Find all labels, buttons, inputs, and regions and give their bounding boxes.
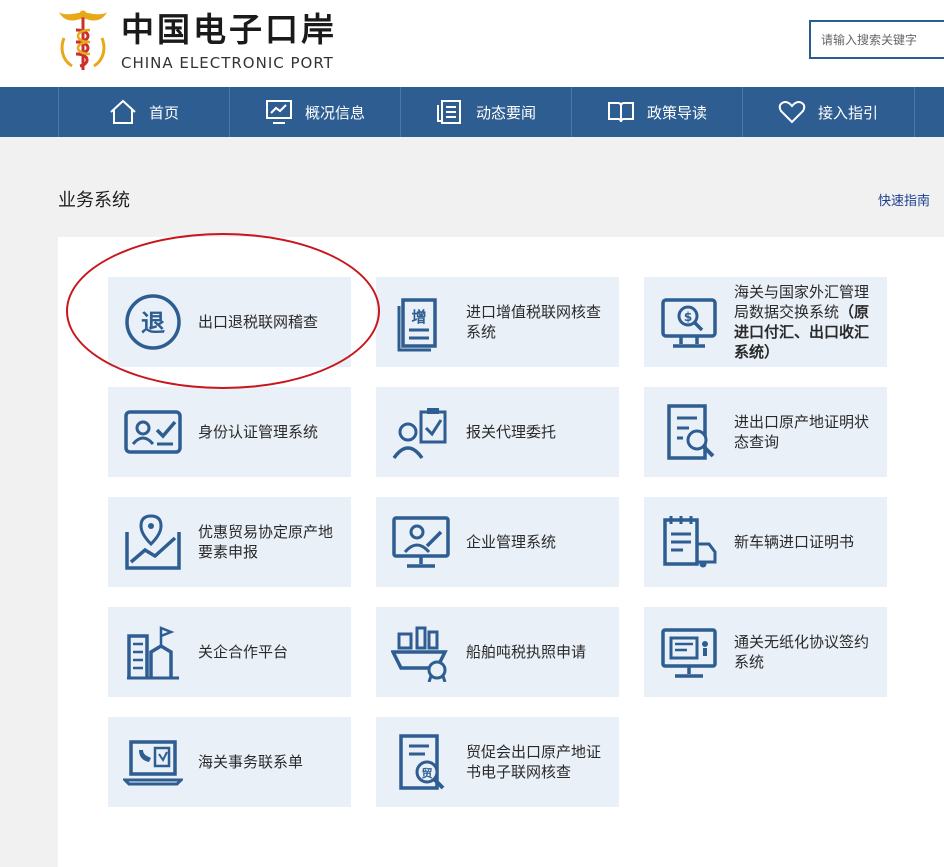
service-label: 企业管理系统	[466, 533, 557, 551]
chart-monitor-icon	[265, 100, 292, 124]
service-card-enterprise-mgmt[interactable]: 企业管理系统	[376, 497, 619, 587]
customs-emblem-logo	[59, 10, 107, 70]
vehicle-document-icon	[663, 516, 717, 568]
search-input[interactable]	[809, 20, 944, 59]
nav-item-label: 概况信息	[304, 103, 365, 122]
nav-item-policy[interactable]: 政策导读	[571, 87, 742, 137]
nav-item-label: 首页	[148, 103, 179, 122]
nav-item-label: 接入指引	[817, 103, 878, 122]
service-label: 进口增值税联网核查系统	[466, 303, 602, 341]
ship-icon	[391, 626, 448, 682]
service-card-customs-contact-form[interactable]: 海关事务联系单	[108, 717, 351, 807]
nav-item-label: 政策导读	[646, 103, 707, 122]
service-card-paperless-agreement[interactable]: 通关无纸化协议签约系统	[644, 607, 887, 697]
quick-guide-link[interactable]: 快速指南	[878, 193, 930, 211]
service-card-customs-agency[interactable]: 报关代理委托	[376, 387, 619, 477]
laptop-phone-icon	[123, 740, 183, 786]
nav-divider	[914, 87, 915, 137]
service-label: 通关无纸化协议签约系统	[734, 633, 870, 671]
nav-item-access-guide[interactable]: 接入指引	[742, 87, 913, 137]
header: 中国电子口岸 CHINA ELECTRONIC PORT	[0, 0, 944, 87]
svg-text:增: 增	[411, 308, 426, 326]
svg-text:退: 退	[141, 309, 165, 337]
paperless-monitor-icon	[661, 628, 717, 678]
service-card-ccpit-origin-cert[interactable]: 贸 贸促会出口原产地证书电子联网核查	[376, 717, 619, 807]
service-label: 出口退税联网稽查	[198, 313, 319, 331]
nav-item-home[interactable]: 首页	[58, 87, 229, 137]
presenter-monitor-icon	[392, 516, 450, 568]
service-card-forex-data-exchange[interactable]: $ 海关与国家外汇管理局数据交换系统（原进口付汇、出口收汇系统）	[644, 277, 887, 367]
service-card-preferential-origin[interactable]: 优惠贸易协定原产地要素申报	[108, 497, 351, 587]
heart-icon	[778, 101, 806, 124]
svg-text:贸: 贸	[422, 766, 433, 780]
service-card-import-vat[interactable]: 增 进口增值税联网核查系统	[376, 277, 619, 367]
service-label: 海关与国家外汇管理局数据交换系统（原进口付汇、出口收汇系统）	[734, 283, 870, 361]
vat-document-icon: 增	[397, 298, 437, 352]
service-card-export-tax-refund[interactable]: 退 出口退税联网稽查	[108, 277, 351, 367]
service-label: 报关代理委托	[466, 423, 557, 441]
certificate-search-icon: 贸	[399, 734, 445, 790]
service-label: 海关事务联系单	[198, 753, 304, 771]
service-card-origin-cert-status[interactable]: 进出口原产地证明状态查询	[644, 387, 887, 477]
svg-text:$: $	[684, 310, 692, 324]
services-panel: 退 出口退税联网稽查 增 进口增值税联网核查系统 $ 海关与国家外汇管理局数据交…	[58, 237, 944, 867]
id-card-icon	[124, 410, 182, 454]
brand-name-cn: 中国电子口岸	[121, 10, 337, 49]
forex-monitor-icon: $	[661, 298, 717, 348]
service-label: 关企合作平台	[198, 643, 289, 661]
nav-item-overview[interactable]: 概况信息	[229, 87, 400, 137]
main-nav: 首页 概况信息 动态要闻 政策导读 接入指引	[0, 87, 944, 137]
brand-name-en: CHINA ELECTRONIC PORT	[121, 54, 334, 72]
service-label: 进出口原产地证明状态查询	[734, 413, 870, 451]
book-icon	[607, 102, 634, 123]
service-label: 优惠贸易协定原产地要素申报	[198, 523, 334, 561]
service-card-new-vehicle-cert[interactable]: 新车辆进口证明书	[644, 497, 887, 587]
service-label: 贸促会出口原产地证书电子联网核查	[466, 743, 602, 781]
service-card-ship-tonnage-tax[interactable]: 船舶吨税执照申请	[376, 607, 619, 697]
service-card-identity-auth[interactable]: 身份认证管理系统	[108, 387, 351, 477]
service-label: 船舶吨税执照申请	[466, 643, 587, 661]
nav-item-news[interactable]: 动态要闻	[400, 87, 571, 137]
news-icon	[436, 100, 461, 124]
section-title: 业务系统	[58, 190, 130, 211]
nav-item-label: 动态要闻	[475, 103, 536, 122]
tax-refund-icon: 退	[125, 294, 181, 350]
document-search-icon	[667, 404, 715, 460]
agent-clipboard-icon	[392, 408, 447, 460]
building-icon	[127, 626, 179, 680]
map-trend-icon	[125, 514, 181, 570]
service-card-customs-enterprise-platform[interactable]: 关企合作平台	[108, 607, 351, 697]
service-label: 身份认证管理系统	[198, 423, 319, 441]
home-icon	[110, 99, 136, 124]
service-label: 新车辆进口证明书	[734, 533, 855, 551]
